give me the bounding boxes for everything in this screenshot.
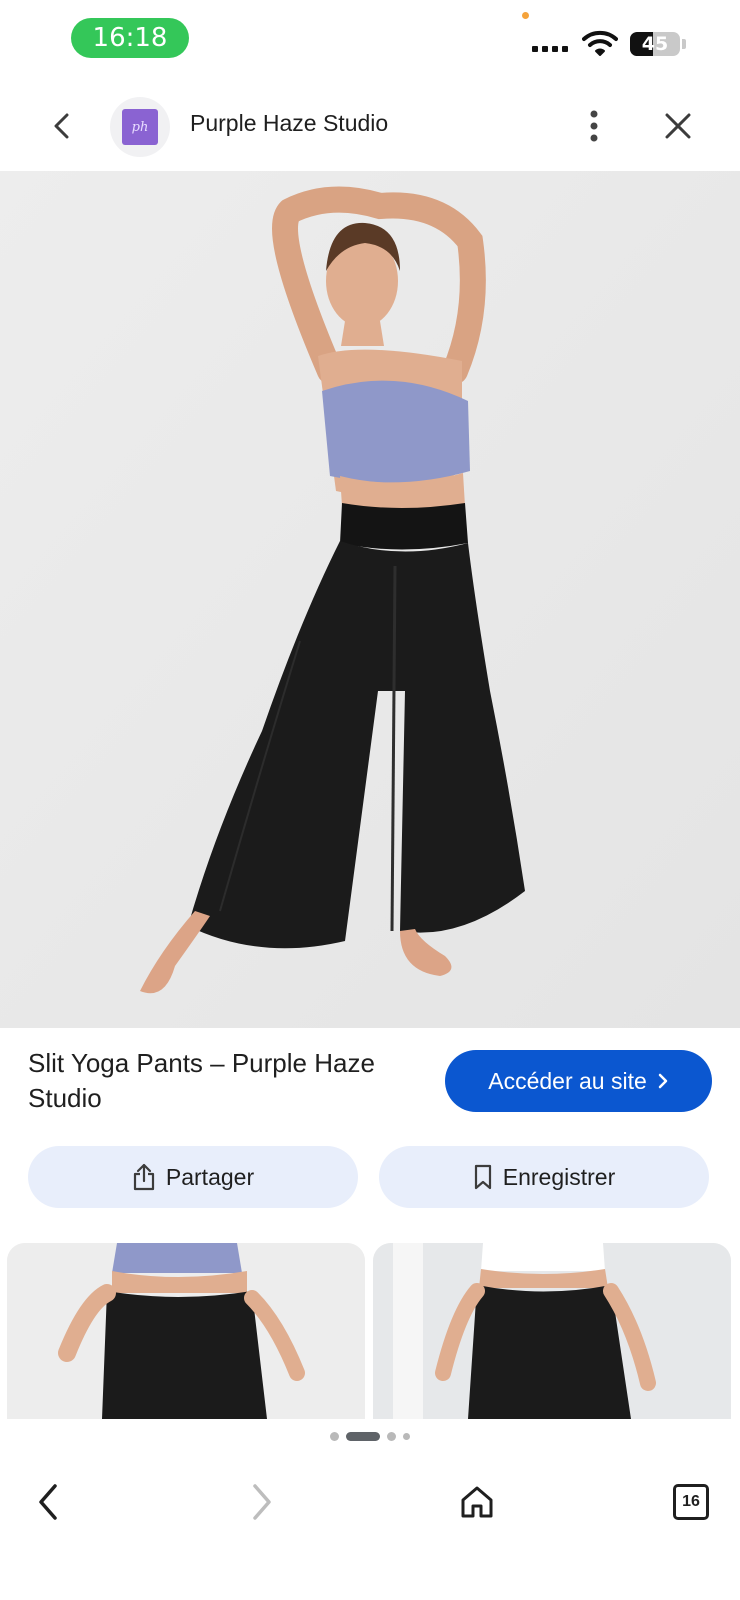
share-button[interactable]: Partager	[28, 1146, 358, 1208]
browser-bottom-bar	[0, 1462, 740, 1600]
related-image-2[interactable]	[373, 1243, 731, 1419]
visit-site-button[interactable]: Accéder au site	[445, 1050, 712, 1112]
chevron-left-icon	[54, 113, 69, 139]
tabs-button[interactable]: 16	[669, 1480, 713, 1524]
carousel-dot	[403, 1433, 410, 1440]
related-image-1-illustration	[7, 1243, 365, 1419]
save-label: Enregistrer	[502, 1163, 616, 1190]
product-image[interactable]	[0, 171, 740, 1028]
close-button[interactable]	[656, 104, 700, 148]
related-image-1[interactable]	[7, 1243, 365, 1419]
back-arrow-icon	[39, 1484, 57, 1520]
site-name: Purple Haze Studio	[190, 110, 389, 136]
carousel-indicator	[0, 1432, 740, 1441]
logo-mark: ph	[122, 109, 158, 145]
tab-count: 16	[682, 1493, 700, 1510]
battery-cap	[682, 39, 686, 49]
battery-level: 45	[641, 33, 669, 55]
status-time: 16:18	[71, 18, 189, 58]
battery-icon: 45	[630, 32, 680, 56]
signal-dots-icon	[532, 46, 568, 52]
close-icon	[665, 113, 691, 139]
bookmark-icon	[474, 1164, 491, 1190]
browser-forward-button[interactable]	[240, 1480, 284, 1524]
forward-arrow-icon	[253, 1484, 271, 1520]
model-yoga-pants-illustration	[0, 171, 740, 1028]
wifi-icon	[582, 30, 618, 56]
browser-back-button[interactable]	[26, 1480, 70, 1524]
carousel-dot	[387, 1432, 396, 1441]
share-icon	[133, 1163, 154, 1191]
share-label: Partager	[165, 1163, 255, 1190]
carousel-dot	[330, 1432, 339, 1441]
more-vertical-icon	[590, 110, 598, 142]
more-options-button[interactable]	[572, 104, 616, 148]
tabs-icon: 16	[673, 1484, 709, 1520]
home-icon	[461, 1486, 493, 1518]
chevron-right-icon	[658, 1073, 668, 1089]
home-button[interactable]	[455, 1480, 499, 1524]
back-button[interactable]	[40, 104, 84, 148]
site-logo[interactable]: ph	[110, 97, 170, 157]
privacy-indicator-dot	[522, 12, 529, 19]
save-button[interactable]: Enregistrer	[379, 1146, 709, 1208]
visit-site-label: Accéder au site	[488, 1067, 647, 1094]
related-image-2-illustration	[373, 1243, 731, 1419]
product-title[interactable]: Slit Yoga Pants – Purple Haze Studio	[28, 1046, 428, 1116]
carousel-dot-active	[346, 1432, 380, 1441]
